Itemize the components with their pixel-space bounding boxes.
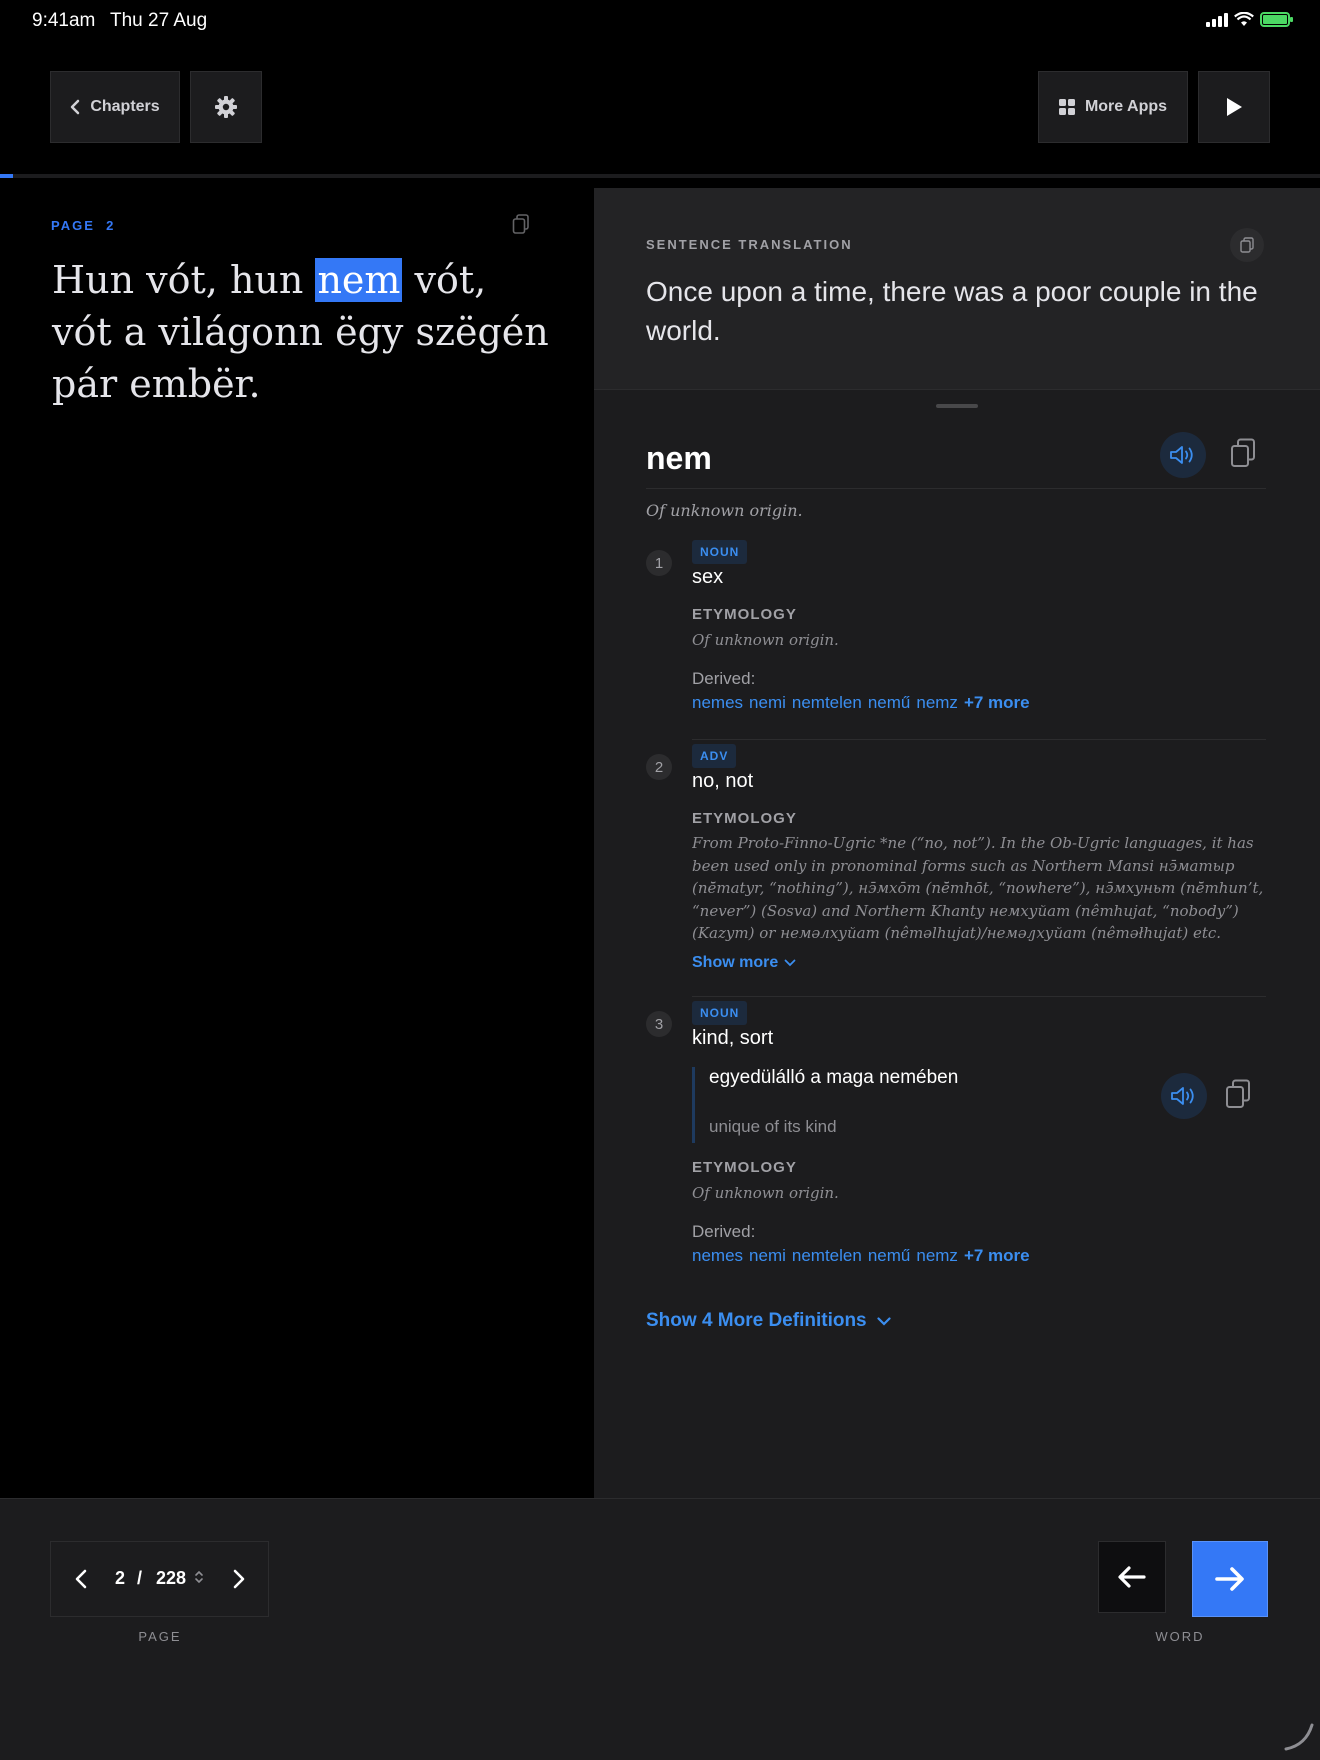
derived-word-link[interactable]: nemz: [916, 1246, 958, 1266]
previous-page-button[interactable]: [63, 1556, 99, 1602]
definition-item: 2 ADV no, not ETYMOLOGY From Proto-Finno…: [646, 744, 1266, 971]
copy-page-icon[interactable]: [512, 214, 530, 234]
more-apps-button[interactable]: More Apps: [1038, 71, 1188, 143]
divider: [692, 739, 1266, 740]
definition-meaning: kind, sort: [692, 1027, 774, 1049]
battery-charging-icon: [1260, 12, 1293, 27]
total-pages: 228: [156, 1568, 187, 1588]
sentence-translation-text: Once upon a time, there was a poor coupl…: [646, 276, 1258, 346]
pronounce-example-button[interactable]: [1161, 1073, 1207, 1119]
show-more-definitions-button[interactable]: Show 4 More Definitions: [646, 1310, 891, 1332]
etymology-heading: ETYMOLOGY: [692, 606, 797, 623]
example-translation: unique of its kind: [709, 1117, 837, 1136]
previous-word-button[interactable]: [1098, 1541, 1166, 1613]
etymology-text: Of unknown origin.: [692, 1184, 839, 1202]
panel-drag-handle[interactable]: [936, 404, 978, 408]
bottom-navigation-bar: 2 / 228 PAGE WORD: [0, 1498, 1320, 1760]
play-icon: [1227, 98, 1242, 116]
status-time: 9:41am: [32, 10, 96, 31]
headword: nem: [646, 440, 712, 476]
chevron-left-icon: [71, 99, 80, 115]
derived-word-link[interactable]: nemtelen: [792, 693, 862, 713]
derived-word-link[interactable]: nemz: [916, 693, 958, 713]
play-button[interactable]: [1198, 71, 1270, 143]
definition-number: 1: [646, 550, 672, 576]
copy-example-icon[interactable]: [1225, 1079, 1251, 1109]
etymology-heading: ETYMOLOGY: [692, 810, 797, 827]
copy-translation-button[interactable]: [1230, 228, 1264, 262]
etymology-heading: ETYMOLOGY: [692, 1159, 797, 1176]
word-origin: Of unknown origin.: [646, 501, 803, 520]
definition-item: 1 NOUN sex ETYMOLOGY Of unknown origin. …: [646, 540, 1266, 726]
settings-button[interactable]: [190, 71, 262, 143]
definition-number: 3: [646, 1011, 672, 1037]
current-page-number[interactable]: 2: [115, 1568, 125, 1589]
definition-meaning: sex: [692, 566, 724, 588]
cellular-signal-icon: [1206, 12, 1228, 27]
definition-item: 3 NOUN kind, sort egyedülálló a maga nem…: [646, 1001, 1266, 1281]
example-source: egyedülálló a maga nemében: [709, 1067, 959, 1088]
arrow-right-icon: [1215, 1567, 1244, 1591]
next-word-button[interactable]: [1192, 1541, 1268, 1617]
reader-pane: PAGE 2 Hun vót, hun nem vót, vót a világ…: [0, 178, 594, 1498]
divider: [646, 488, 1266, 489]
page-caption: PAGE: [138, 1629, 182, 1644]
page-separator: /: [137, 1568, 143, 1588]
page-stepper-icon[interactable]: [194, 1569, 204, 1585]
page-navigator: 2 / 228: [50, 1541, 269, 1617]
show-more-etymology-button[interactable]: Show more: [692, 954, 796, 972]
sentence-translation-label: SENTENCE TRANSLATION: [646, 237, 853, 252]
definition-number: 2: [646, 754, 672, 780]
reading-passage: Hun vót, hun nem vót, vót a világonn ëgy…: [52, 258, 549, 406]
grid-icon: [1058, 99, 1075, 115]
gear-icon: [215, 96, 237, 118]
home-indicator-corner: [1284, 1723, 1314, 1751]
example-sentence: egyedülálló a maga nemében unique of its…: [692, 1067, 1266, 1143]
selected-word[interactable]: nem: [315, 258, 403, 302]
sentence-translation-card: SENTENCE TRANSLATION Once upon a time, t…: [594, 188, 1320, 390]
part-of-speech-badge: ADV: [692, 744, 737, 768]
pronounce-word-button[interactable]: [1160, 432, 1206, 478]
wifi-icon: [1234, 12, 1254, 26]
chapters-label: Chapters: [90, 98, 160, 115]
chevron-down-icon: [877, 1316, 891, 1326]
derived-word-link[interactable]: nemű: [868, 693, 911, 713]
status-bar: 9:41am Thu 27 Aug: [0, 0, 1320, 40]
arrow-left-icon: [1118, 1566, 1146, 1588]
derived-label: Derived:: [692, 669, 756, 688]
derived-words: nemes nemi nemtelen nemű nemz +7 more: [692, 693, 1030, 713]
derived-label: Derived:: [692, 1222, 756, 1241]
copy-word-icon[interactable]: [1230, 438, 1256, 468]
derived-more-link[interactable]: +7 more: [964, 693, 1030, 713]
chevron-left-icon: [75, 1569, 87, 1589]
derived-words: nemes nemi nemtelen nemű nemz +7 more: [692, 1246, 1030, 1266]
copy-icon: [1240, 237, 1254, 253]
word-caption: WORD: [1155, 1629, 1205, 1644]
chevron-down-icon: [784, 959, 796, 967]
etymology-text: From Proto-Finno-Ugric *ne (“no, not”). …: [692, 834, 1264, 942]
derived-word-link[interactable]: nemi: [749, 1246, 786, 1266]
speaker-icon: [1171, 1087, 1194, 1105]
derived-word-link[interactable]: nemi: [749, 693, 786, 713]
part-of-speech-badge: NOUN: [692, 1001, 748, 1025]
chevron-right-icon: [233, 1569, 245, 1589]
page-indicator: PAGE 2: [51, 218, 116, 233]
divider: [692, 996, 1266, 997]
chapters-button[interactable]: Chapters: [50, 71, 180, 143]
derived-more-link[interactable]: +7 more: [964, 1246, 1030, 1266]
next-page-button[interactable]: [221, 1556, 257, 1602]
derived-word-link[interactable]: nemű: [868, 1246, 911, 1266]
derived-word-link[interactable]: nemtelen: [792, 1246, 862, 1266]
etymology-text: Of unknown origin.: [692, 631, 839, 649]
speaker-icon: [1170, 446, 1193, 464]
derived-word-link[interactable]: nemes: [692, 693, 743, 713]
definition-meaning: no, not: [692, 770, 754, 792]
status-date: Thu 27 Aug: [110, 10, 208, 31]
dictionary-pane: SENTENCE TRANSLATION Once upon a time, t…: [594, 188, 1320, 1498]
derived-word-link[interactable]: nemes: [692, 1246, 743, 1266]
status-icons: [1206, 12, 1293, 27]
part-of-speech-badge: NOUN: [692, 540, 748, 564]
more-apps-label: More Apps: [1084, 98, 1168, 115]
